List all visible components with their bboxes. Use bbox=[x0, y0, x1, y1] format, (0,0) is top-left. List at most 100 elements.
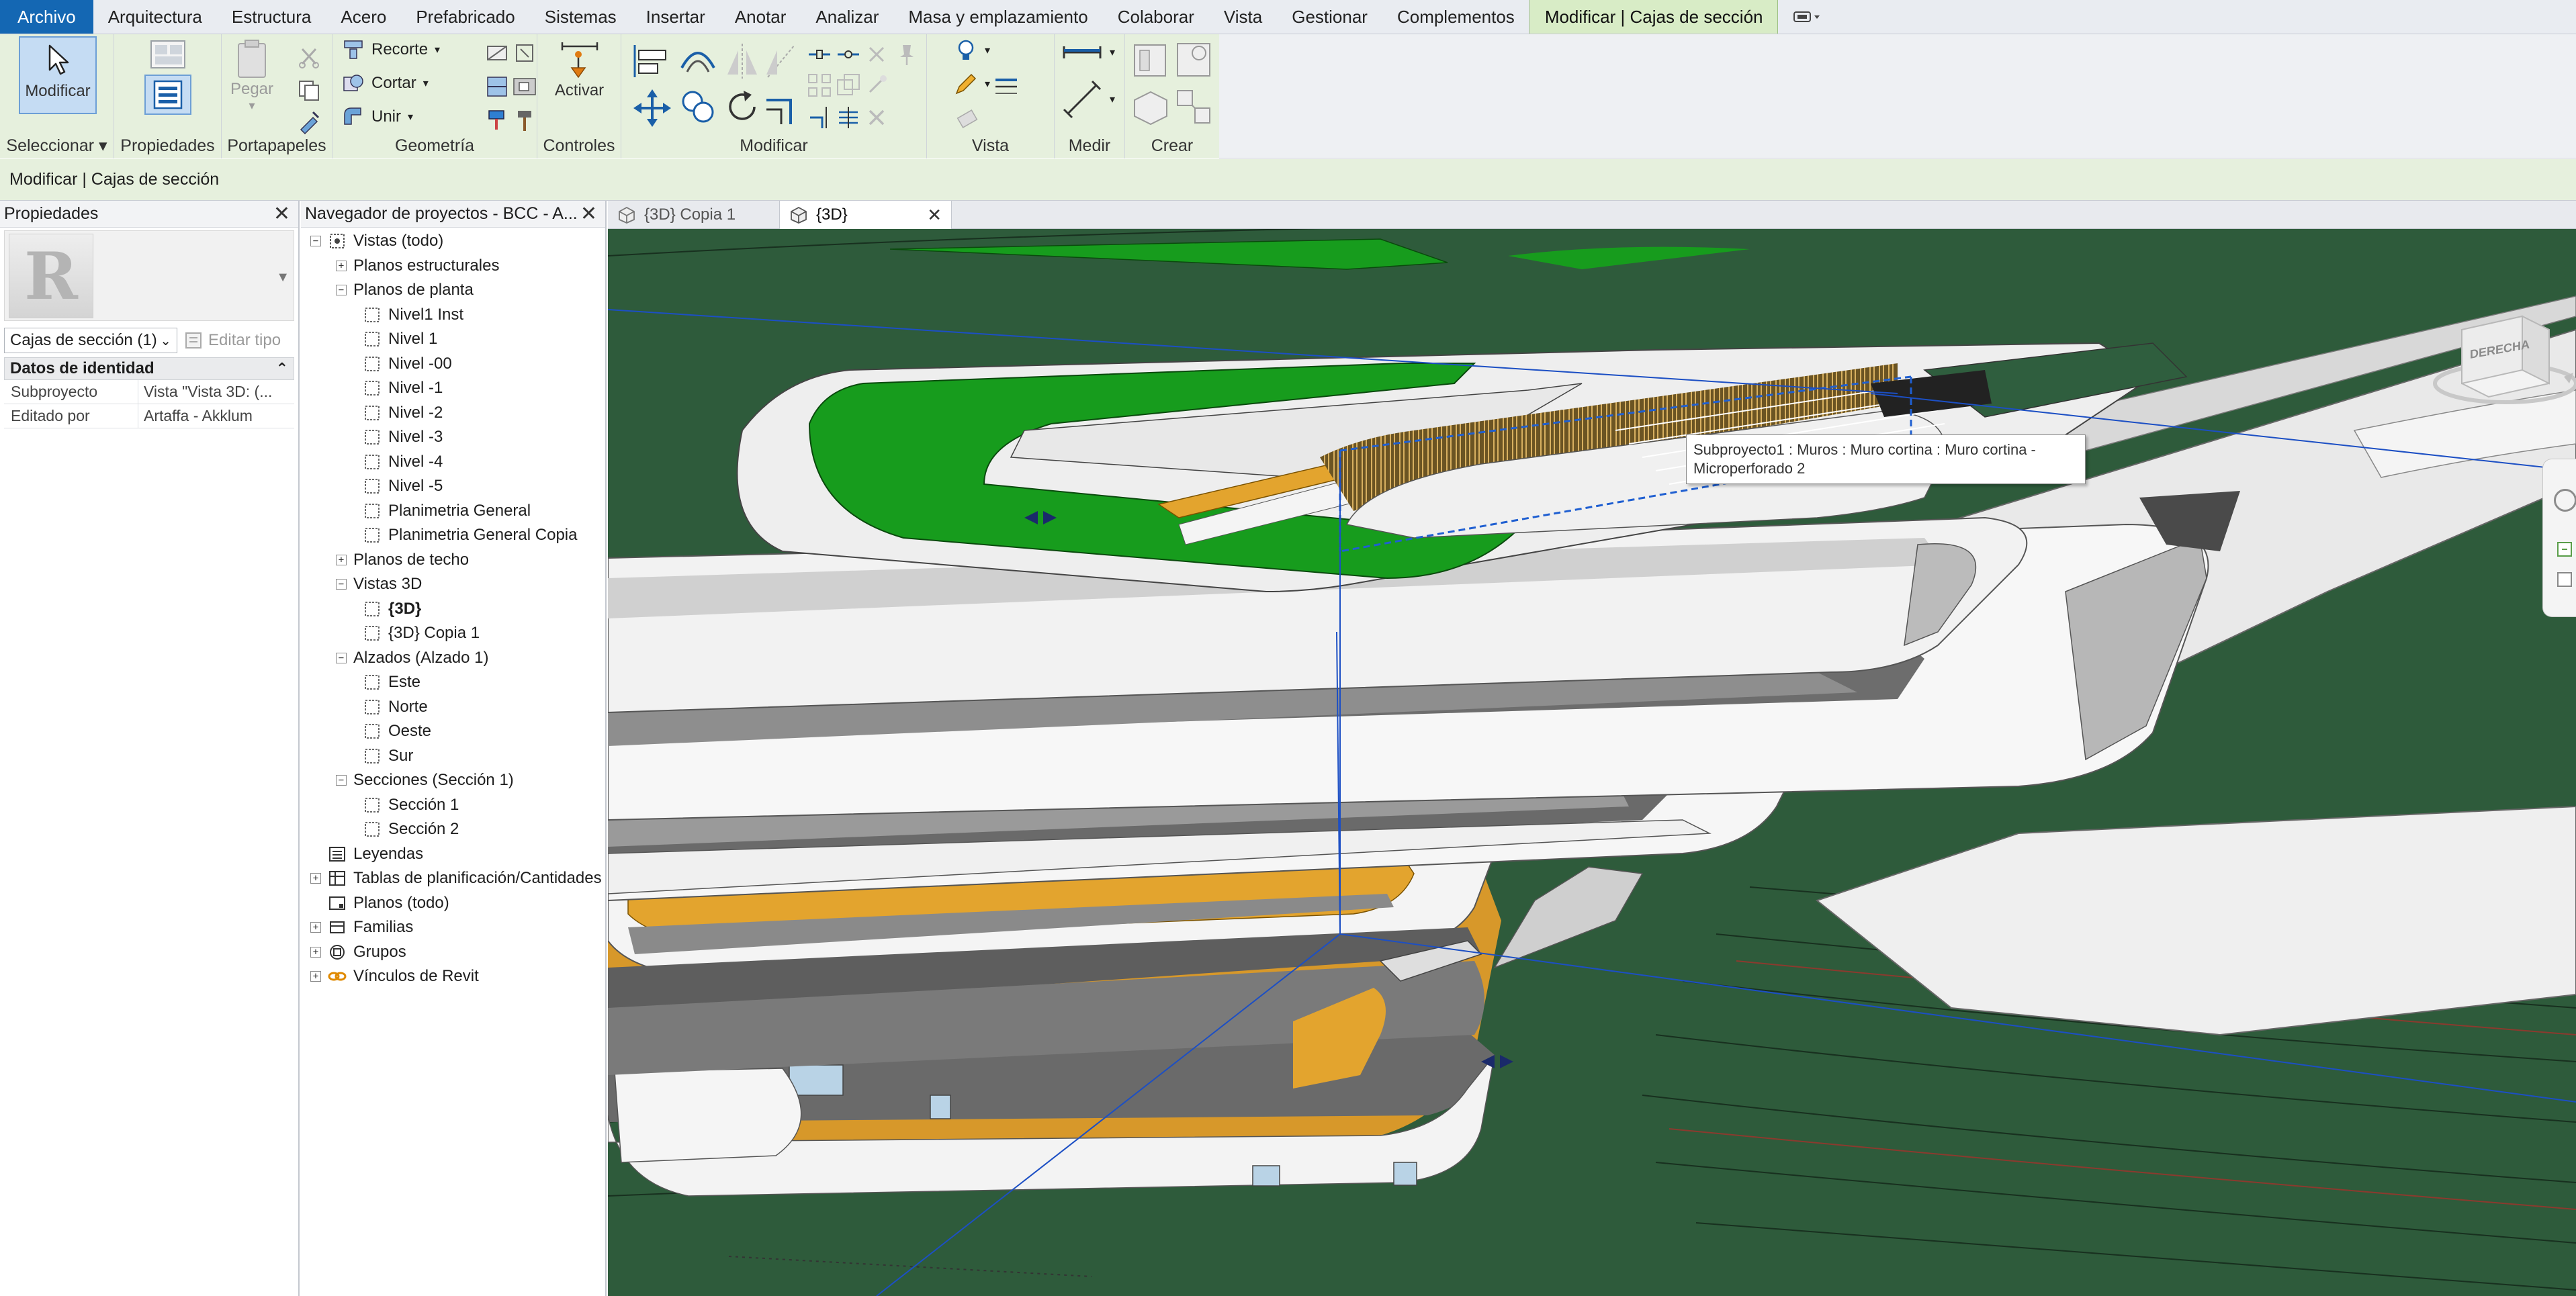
cut-icon[interactable] bbox=[296, 44, 322, 71]
expand-icon[interactable]: + bbox=[336, 260, 347, 271]
browser-node[interactable]: Oeste bbox=[363, 719, 431, 743]
browser-node[interactable]: − Secciones (Sección 1) bbox=[336, 768, 514, 792]
offset-icon[interactable] bbox=[678, 41, 718, 81]
browser-node[interactable]: − Vistas (todo) bbox=[310, 229, 443, 253]
close-icon[interactable]: ✕ bbox=[580, 202, 597, 226]
create-similar-icon[interactable] bbox=[1173, 87, 1214, 127]
edit-type-button[interactable]: Editar tipo bbox=[184, 331, 281, 350]
wall-joins-icon[interactable] bbox=[484, 40, 510, 66]
browser-node[interactable]: Nivel1 Inst bbox=[363, 303, 463, 327]
menu-tab-colaborar[interactable]: Colaborar bbox=[1103, 0, 1209, 34]
browser-node[interactable]: Planos (todo) bbox=[310, 891, 449, 915]
navigation-bar[interactable] bbox=[2542, 459, 2576, 617]
browser-node[interactable]: + Tablas de planificación/Cantidades bbox=[310, 866, 602, 890]
scale-icon[interactable] bbox=[835, 72, 862, 99]
browser-node[interactable]: Planimetria General bbox=[363, 499, 531, 523]
move-icon[interactable] bbox=[631, 87, 674, 130]
collapse-icon[interactable]: ⌃ bbox=[276, 360, 288, 377]
split-face-icon[interactable] bbox=[484, 73, 510, 100]
unpin-icon[interactable] bbox=[863, 72, 890, 99]
browser-node[interactable]: − Planos de planta bbox=[336, 278, 474, 302]
trim-single-icon[interactable] bbox=[806, 104, 833, 131]
hammer-icon[interactable] bbox=[511, 107, 538, 134]
menu-tab-vista[interactable]: Vista bbox=[1209, 0, 1277, 34]
menu-tab-masa[interactable]: Masa y emplazamiento bbox=[893, 0, 1102, 34]
menu-tab-prefabricado[interactable]: Prefabricado bbox=[401, 0, 529, 34]
measure-between-button[interactable]: ▾ bbox=[1061, 41, 1115, 64]
collapse-icon[interactable]: − bbox=[336, 285, 347, 295]
3d-viewport[interactable]: Subproyecto1 : Muros : Muro cortina : Mu… bbox=[608, 229, 2576, 1296]
zoom-icon[interactable] bbox=[2555, 540, 2575, 560]
rotate-icon[interactable] bbox=[722, 87, 762, 127]
properties-title-bar[interactable]: Propiedades ✕ bbox=[0, 201, 298, 228]
mirror-draw-icon[interactable] bbox=[761, 41, 801, 81]
browser-node[interactable]: Nivel -00 bbox=[363, 352, 452, 376]
modificar-button[interactable]: Modificar bbox=[19, 36, 97, 114]
paint-icon[interactable] bbox=[484, 107, 510, 134]
menu-tab-estructura[interactable]: Estructura bbox=[217, 0, 326, 34]
activar-button[interactable]: Activar bbox=[544, 38, 615, 119]
browser-node[interactable]: Sección 2 bbox=[363, 817, 459, 841]
create-group-icon[interactable] bbox=[1130, 87, 1171, 127]
browser-node[interactable]: + Planos estructurales bbox=[336, 254, 499, 278]
menu-tab-insertar[interactable]: Insertar bbox=[631, 0, 720, 34]
browser-node[interactable]: Nivel -1 bbox=[363, 376, 443, 400]
pin-icon[interactable] bbox=[893, 41, 920, 68]
menu-tab-sistemas[interactable]: Sistemas bbox=[530, 0, 631, 34]
browser-node[interactable]: Nivel 1 bbox=[363, 327, 437, 351]
copy-icon[interactable] bbox=[296, 77, 322, 104]
expand-icon[interactable]: + bbox=[310, 922, 321, 933]
browser-node[interactable]: + Grupos bbox=[310, 940, 406, 964]
trim-multiple-icon[interactable] bbox=[835, 104, 862, 131]
expand-icon[interactable]: + bbox=[310, 946, 321, 958]
split-icon[interactable] bbox=[806, 41, 833, 68]
project-browser-title-bar[interactable]: Navegador de proyectos - BCC - A... ✕ bbox=[301, 201, 605, 228]
browser-node[interactable]: + Vínculos de Revit bbox=[310, 964, 479, 988]
eraser-icon[interactable] bbox=[954, 105, 981, 132]
3d-model-render[interactable] bbox=[608, 229, 2576, 1296]
delete-icon[interactable] bbox=[863, 104, 890, 131]
hide-view-button[interactable]: ▾ bbox=[954, 38, 990, 62]
browser-node[interactable]: + Planos de techo bbox=[336, 548, 469, 572]
browser-node[interactable]: Leyendas bbox=[310, 842, 423, 866]
property-value[interactable]: Vista "Vista 3D: (... bbox=[138, 380, 294, 404]
wall-opening-icon[interactable] bbox=[511, 73, 538, 100]
create-parts-icon[interactable] bbox=[1173, 40, 1214, 80]
align-icon[interactable] bbox=[631, 41, 671, 81]
menu-tab-anotar[interactable]: Anotar bbox=[720, 0, 801, 34]
browser-node[interactable]: {3D} Copia 1 bbox=[363, 621, 480, 645]
cortar-button[interactable]: Cortar ▾ bbox=[342, 72, 429, 95]
close-icon[interactable]: ✕ bbox=[273, 202, 290, 226]
unir-button[interactable]: Unir ▾ bbox=[342, 105, 413, 128]
expand-icon[interactable]: + bbox=[336, 554, 347, 565]
split-gap-icon[interactable] bbox=[835, 41, 862, 68]
view-tab-3d-copia-1[interactable]: {3D} Copia 1 bbox=[608, 201, 780, 229]
array-icon[interactable] bbox=[806, 72, 833, 99]
panel-title-seleccionar[interactable]: Seleccionar ▾ bbox=[0, 136, 114, 156]
menu-tab-complementos[interactable]: Complementos bbox=[1382, 0, 1529, 34]
browser-node[interactable]: Planimetria General Copia bbox=[363, 523, 577, 547]
mirror-axis-icon[interactable] bbox=[722, 41, 762, 81]
property-group-header[interactable]: Datos de identidad ⌃ bbox=[4, 357, 294, 380]
chevron-down-icon[interactable]: ▼ bbox=[276, 270, 290, 285]
menu-tab-archivo[interactable]: Archivo bbox=[0, 0, 93, 34]
browser-node[interactable]: {3D} bbox=[363, 597, 421, 621]
recorte-button[interactable]: Recorte ▾ bbox=[342, 38, 440, 61]
create-assembly-icon[interactable] bbox=[1130, 40, 1171, 80]
window-dropdown-icon[interactable] bbox=[1778, 0, 1837, 34]
pin-off-icon[interactable] bbox=[863, 41, 890, 68]
demolish-icon[interactable] bbox=[511, 40, 538, 66]
instance-filter-select[interactable]: Cajas de sección (1) ⌄ bbox=[4, 328, 177, 353]
browser-node[interactable]: Este bbox=[363, 670, 420, 694]
property-row-subproyecto[interactable]: Subproyecto Vista "Vista 3D: (... bbox=[4, 380, 294, 404]
close-icon[interactable]: ✕ bbox=[927, 205, 942, 226]
property-row-editado-por[interactable]: Editado por Artaffa - Akklum bbox=[4, 404, 294, 428]
collapse-icon[interactable]: − bbox=[336, 579, 347, 590]
browser-node[interactable]: Nivel -4 bbox=[363, 450, 443, 474]
browser-node[interactable]: Nivel -2 bbox=[363, 401, 443, 425]
match-type-icon[interactable] bbox=[296, 108, 322, 135]
linework-icon[interactable] bbox=[993, 73, 1020, 100]
expand-icon[interactable]: + bbox=[310, 873, 321, 884]
menu-tab-gestionar[interactable]: Gestionar bbox=[1277, 0, 1382, 34]
type-selector-preview[interactable]: R ▼ bbox=[4, 230, 294, 321]
